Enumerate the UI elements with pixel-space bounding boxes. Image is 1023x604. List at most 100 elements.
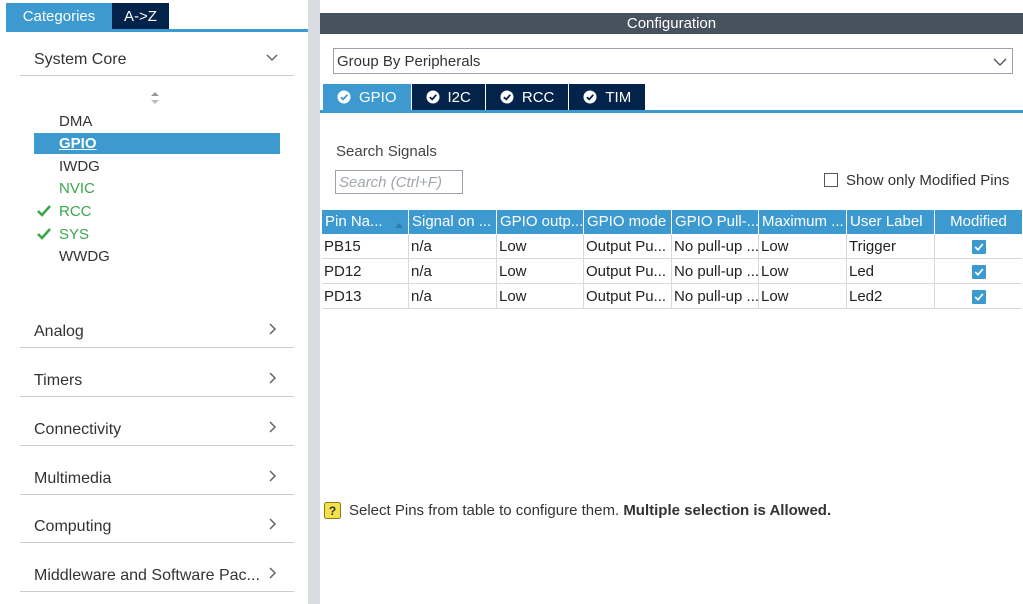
cell-modified <box>935 284 1022 309</box>
chevron-right-icon <box>264 370 280 386</box>
category-timers[interactable]: Timers <box>20 367 294 397</box>
column-header-user-label[interactable]: User Label <box>847 210 935 234</box>
search-input[interactable] <box>336 171 462 193</box>
column-header-modified[interactable]: Modified <box>935 210 1022 234</box>
cell-modified <box>935 234 1022 259</box>
check-icon <box>36 227 52 241</box>
category-connectivity[interactable]: Connectivity <box>20 416 294 446</box>
search-label: Search Signals <box>336 143 437 160</box>
check-icon <box>36 204 52 218</box>
checkbox-label: Show only Modified Pins <box>846 171 1010 189</box>
chevron-right-icon <box>264 321 280 337</box>
sidebar-item-wwdg[interactable]: WWDG <box>34 246 280 267</box>
sort-icon <box>394 215 404 228</box>
sidebar-item-label: SYS <box>59 226 90 243</box>
cell-user-label: Trigger <box>847 234 935 259</box>
configuration-header: Configuration <box>320 13 1023 34</box>
table-row[interactable]: PD13 n/a Low Output Pu... No pull-up ...… <box>322 284 1022 309</box>
tab-label: TIM <box>605 88 632 106</box>
sidebar-item-label: DMA <box>59 113 93 130</box>
table-header: Pin Na... Signal on ... GPIO outp... GPI… <box>322 210 1022 234</box>
category-label: Multimedia <box>34 470 112 487</box>
column-header-gpio-pull[interactable]: GPIO Pull-... <box>672 210 759 234</box>
cell-pull: No pull-up ... <box>672 259 759 284</box>
sidebar-item-nvic[interactable]: NVIC <box>34 178 280 199</box>
pin-table: Pin Na... Signal on ... GPIO outp... GPI… <box>322 210 1022 309</box>
column-header-maximum[interactable]: Maximum ... <box>759 210 847 234</box>
search-field[interactable] <box>335 170 463 194</box>
column-label: Pin Na... <box>325 213 383 230</box>
checked-icon[interactable] <box>971 264 986 279</box>
hint-bold-text: Multiple selection is Allowed. <box>623 501 832 519</box>
cell-user-label: Led2 <box>847 284 935 309</box>
view-tabs: Categories A->Z <box>6 3 169 29</box>
tab-i2c[interactable]: I2C <box>411 84 485 110</box>
sidebar-item-label: IWDG <box>59 158 100 175</box>
sidebar-item-label: GPIO <box>59 135 97 152</box>
category-analog[interactable]: Analog <box>20 318 294 348</box>
cell-max: Low <box>759 234 847 259</box>
category-system-core[interactable]: System Core <box>20 46 294 76</box>
sidebar-item-iwdg[interactable]: IWDG <box>34 156 280 177</box>
category-label: Computing <box>34 518 112 535</box>
table-row[interactable]: PD12 n/a Low Output Pu... No pull-up ...… <box>322 259 1022 284</box>
tab-label: GPIO <box>359 88 397 106</box>
column-header-gpio-output[interactable]: GPIO outp... <box>497 210 584 234</box>
cell-pin: PD13 <box>322 284 409 309</box>
cell-max: Low <box>759 259 847 284</box>
category-computing[interactable]: Computing <box>20 513 294 543</box>
sidebar-item-dma[interactable]: DMA <box>34 111 280 132</box>
chevron-right-icon <box>264 565 280 581</box>
tab-a-to-z[interactable]: A->Z <box>112 3 169 29</box>
checked-icon[interactable] <box>971 239 986 254</box>
chevron-right-icon <box>264 419 280 435</box>
peripheral-tabs: GPIO I2C RCC TIM <box>323 84 646 110</box>
sidebar-item-rcc[interactable]: RCC <box>34 201 280 222</box>
hint-text: Select Pins from table to configure them… <box>349 501 620 519</box>
chevron-down-icon <box>264 49 280 65</box>
shield-check-icon <box>583 90 597 104</box>
tabs-divider <box>6 29 308 32</box>
checkbox-box[interactable] <box>824 173 838 187</box>
category-label: Middleware and Software Pac... <box>34 567 260 584</box>
shield-check-icon <box>426 90 440 104</box>
cell-pull: No pull-up ... <box>672 234 759 259</box>
cell-signal: n/a <box>409 259 497 284</box>
category-multimedia[interactable]: Multimedia <box>20 465 294 495</box>
column-header-signal[interactable]: Signal on ... <box>409 210 497 234</box>
tab-label: I2C <box>447 88 471 106</box>
tab-gpio[interactable]: GPIO <box>323 84 411 110</box>
category-middleware[interactable]: Middleware and Software Pac... <box>20 562 294 592</box>
table-row[interactable]: PB15 n/a Low Output Pu... No pull-up ...… <box>322 234 1022 259</box>
sort-arrows-icon[interactable] <box>149 90 161 106</box>
cell-mode: Output Pu... <box>584 234 672 259</box>
sidebar-item-sys[interactable]: SYS <box>34 224 280 245</box>
sidebar-item-label: NVIC <box>59 180 95 197</box>
cell-pin: PD12 <box>322 259 409 284</box>
cell-output: Low <box>497 234 584 259</box>
tab-rcc[interactable]: RCC <box>485 84 569 110</box>
chevron-down-icon <box>992 54 1008 70</box>
cell-max: Low <box>759 284 847 309</box>
selection-hint: ? Select Pins from table to configure th… <box>324 500 831 520</box>
category-label: Analog <box>34 323 84 340</box>
group-by-select[interactable]: Group By Peripherals <box>333 48 1013 74</box>
tab-categories[interactable]: Categories <box>6 3 112 29</box>
panel-splitter[interactable] <box>308 0 320 604</box>
cell-signal: n/a <box>409 284 497 309</box>
cell-output: Low <box>497 259 584 284</box>
cell-user-label: Led <box>847 259 935 284</box>
svg-text:?: ? <box>329 504 336 518</box>
category-label: System Core <box>34 51 127 68</box>
column-header-gpio-mode[interactable]: GPIO mode <box>584 210 672 234</box>
column-header-pin[interactable]: Pin Na... <box>322 210 409 234</box>
sidebar-item-gpio[interactable]: GPIO <box>34 133 280 154</box>
cell-output: Low <box>497 284 584 309</box>
show-modified-checkbox[interactable]: Show only Modified Pins <box>824 171 1009 189</box>
checked-icon[interactable] <box>971 289 986 304</box>
chevron-right-icon <box>264 468 280 484</box>
cell-mode: Output Pu... <box>584 284 672 309</box>
tab-tim[interactable]: TIM <box>569 84 646 110</box>
category-label: Connectivity <box>34 421 122 438</box>
cell-modified <box>935 259 1022 284</box>
